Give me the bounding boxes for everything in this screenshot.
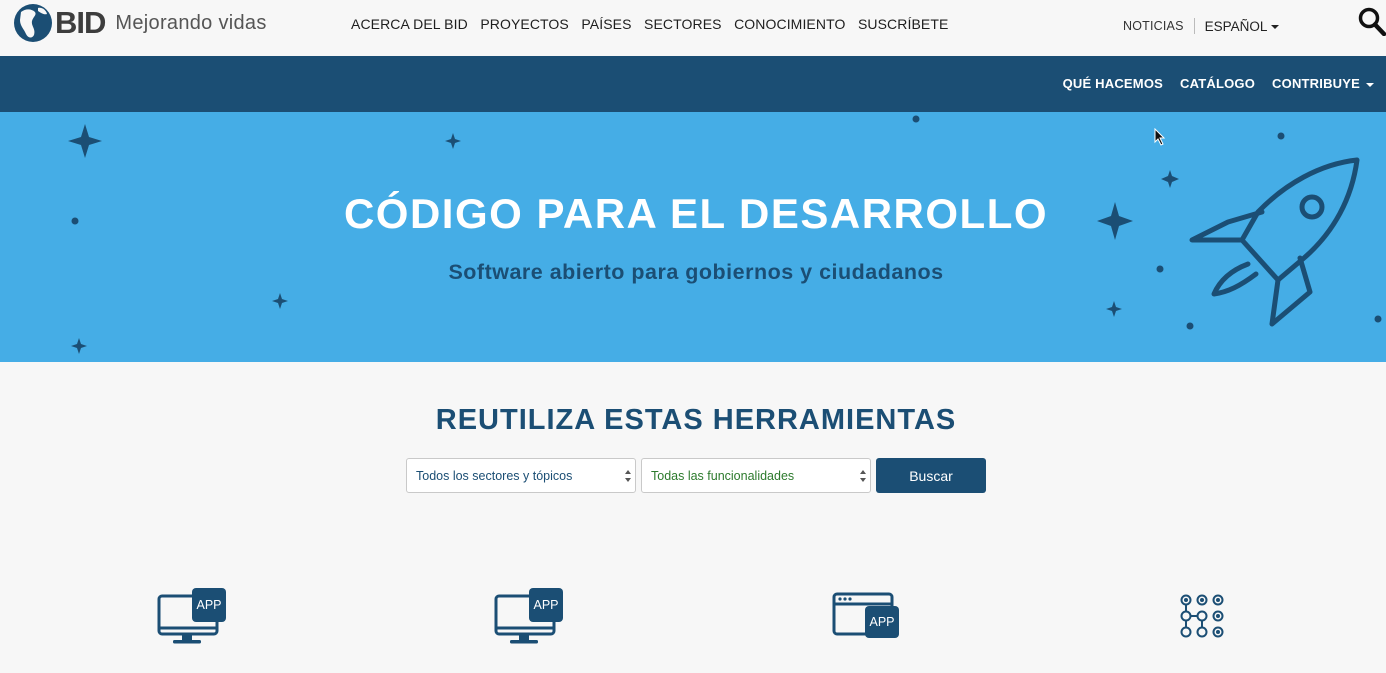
nav-proyectos[interactable]: PROYECTOS — [480, 16, 569, 32]
nav-sectores[interactable]: SECTORES — [644, 16, 722, 32]
logo-text: BID — [55, 5, 106, 40]
tool-title[interactable]: ▁▁▁▁ — [812, 664, 922, 673]
network-nodes-icon — [1180, 594, 1224, 638]
hero-subtitle: Software abierto para gobiernos y ciudad… — [448, 260, 944, 284]
app-badge: APP — [533, 598, 559, 612]
divider — [1193, 18, 1195, 34]
nav-conocimiento[interactable]: CONOCIMIENTO — [734, 16, 845, 32]
globe-logo-icon — [14, 4, 52, 42]
tool-card-app[interactable]: APP — [157, 588, 227, 648]
language-label: ESPAÑOL — [1204, 18, 1268, 34]
functions-select[interactable]: Todas las funcionalidades — [641, 458, 871, 493]
news-link[interactable]: NOTICIAS — [1123, 19, 1184, 33]
sparkle-icon — [71, 338, 87, 354]
bid-logo[interactable]: BID Mejorando vidas — [12, 2, 267, 44]
sparkle-icon — [272, 293, 288, 309]
section-title: REUTILIZA ESTAS HERRAMIENTAS — [435, 404, 957, 436]
sparkle-icon — [445, 133, 461, 149]
chevron-down-icon — [1271, 25, 1280, 29]
sparkle-icon — [68, 124, 102, 158]
desktop-app-icon — [494, 588, 563, 644]
hero-banner: CÓDIGO PARA EL DESARROLLO Software abier… — [0, 112, 1386, 362]
subnav-que-hacemos[interactable]: QUÉ HACEMOS — [1063, 76, 1163, 91]
search-icon[interactable] — [1358, 6, 1386, 36]
tool-title[interactable]: ▁▁▁▁▁ — [474, 664, 584, 673]
logo-tagline: Mejorando vidas — [115, 11, 267, 34]
subnav-label: CATÁLOGO — [1180, 76, 1256, 91]
app-badge: APP — [869, 615, 895, 629]
select-arrows-icon — [625, 470, 631, 482]
hero-title: CÓDIGO PARA EL DESARROLLO — [343, 190, 1049, 237]
sub-nav: QUÉ HACEMOS CATÁLOGO CONTRIBUYE — [0, 56, 1386, 112]
app-badge: APP — [196, 598, 222, 612]
subnav-contribuye[interactable]: CONTRIBUYE — [1272, 76, 1374, 91]
sparkle-icon — [1161, 170, 1179, 188]
subnav-catalogo[interactable]: CATÁLOGO — [1180, 76, 1255, 91]
tool-card-web-app[interactable]: APP — [832, 588, 902, 648]
top-header: BID Mejorando vidas ACERCA DEL BID PROYE… — [0, 0, 1386, 56]
nav-paises[interactable]: PAÍSES — [581, 16, 631, 32]
desktop-app-icon — [157, 588, 226, 644]
utility-nav: NOTICIAS ESPAÑOL — [1123, 18, 1280, 34]
tool-title[interactable]: ▁▁▁▁▁ — [1147, 664, 1257, 673]
tool-card-network[interactable] — [1180, 588, 1250, 648]
chevron-down-icon — [1366, 82, 1374, 87]
mouse-cursor-icon — [1154, 128, 1166, 146]
nav-suscribete[interactable]: SUSCRÍBETE — [858, 16, 948, 32]
language-dropdown[interactable]: ESPAÑOL — [1205, 19, 1280, 34]
select-arrows-icon — [860, 470, 866, 482]
sparkle-icon — [1106, 301, 1122, 317]
rocket-icon — [1189, 157, 1360, 327]
main-nav: ACERCA DEL BID PROYECTOS PAÍSES SECTORES… — [351, 16, 948, 32]
tool-title[interactable]: ▁▁▁▁ — [137, 664, 247, 673]
subnav-label: QUÉ HACEMOS — [1062, 76, 1164, 91]
sectors-select-value: Todos los sectores y tópicos — [416, 468, 573, 483]
nav-acerca[interactable]: ACERCA DEL BID — [351, 16, 468, 32]
subnav-label: CONTRIBUYE — [1272, 76, 1360, 91]
sectors-select[interactable]: Todos los sectores y tópicos — [406, 458, 636, 493]
functions-select-value: Todas las funcionalidades — [651, 468, 795, 483]
tool-card-app[interactable]: APP — [494, 588, 564, 648]
search-button[interactable]: Buscar — [876, 458, 986, 493]
